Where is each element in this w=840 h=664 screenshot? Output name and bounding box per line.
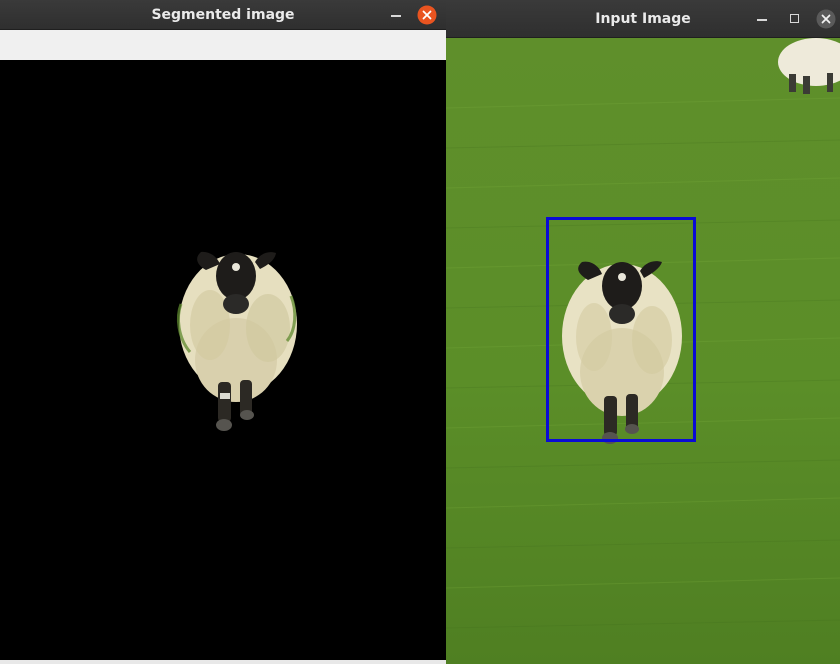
close-icon bbox=[417, 5, 437, 24]
segmented-image-canvas bbox=[0, 60, 446, 660]
desktop: Segmented image Input Image bbox=[0, 0, 840, 664]
segmented-window-title: Segmented image bbox=[151, 6, 295, 23]
maximize-icon bbox=[789, 14, 799, 23]
input-window-title: Input Image bbox=[595, 10, 691, 27]
input-image-window: Input Image bbox=[446, 0, 840, 664]
minimize-icon bbox=[391, 14, 401, 17]
input-window-titlebar[interactable]: Input Image bbox=[446, 0, 840, 38]
segmented-sheep bbox=[176, 251, 297, 431]
segmented-window-titlebar[interactable]: Segmented image bbox=[0, 0, 446, 30]
input-minimize-button[interactable] bbox=[752, 9, 772, 29]
segmented-window-bottom-strip bbox=[0, 660, 446, 664]
input-image-canvas bbox=[446, 38, 840, 664]
input-close-button[interactable] bbox=[816, 9, 836, 29]
close-icon bbox=[816, 9, 836, 28]
segmented-image-window: Segmented image bbox=[0, 0, 446, 664]
segmented-close-button[interactable] bbox=[417, 5, 437, 25]
segmented-minimize-button[interactable] bbox=[386, 5, 406, 25]
input-maximize-button[interactable] bbox=[784, 9, 804, 29]
segmented-window-toolbar bbox=[0, 30, 446, 61]
minimize-icon bbox=[757, 18, 767, 21]
detection-bounding-box bbox=[546, 217, 696, 442]
